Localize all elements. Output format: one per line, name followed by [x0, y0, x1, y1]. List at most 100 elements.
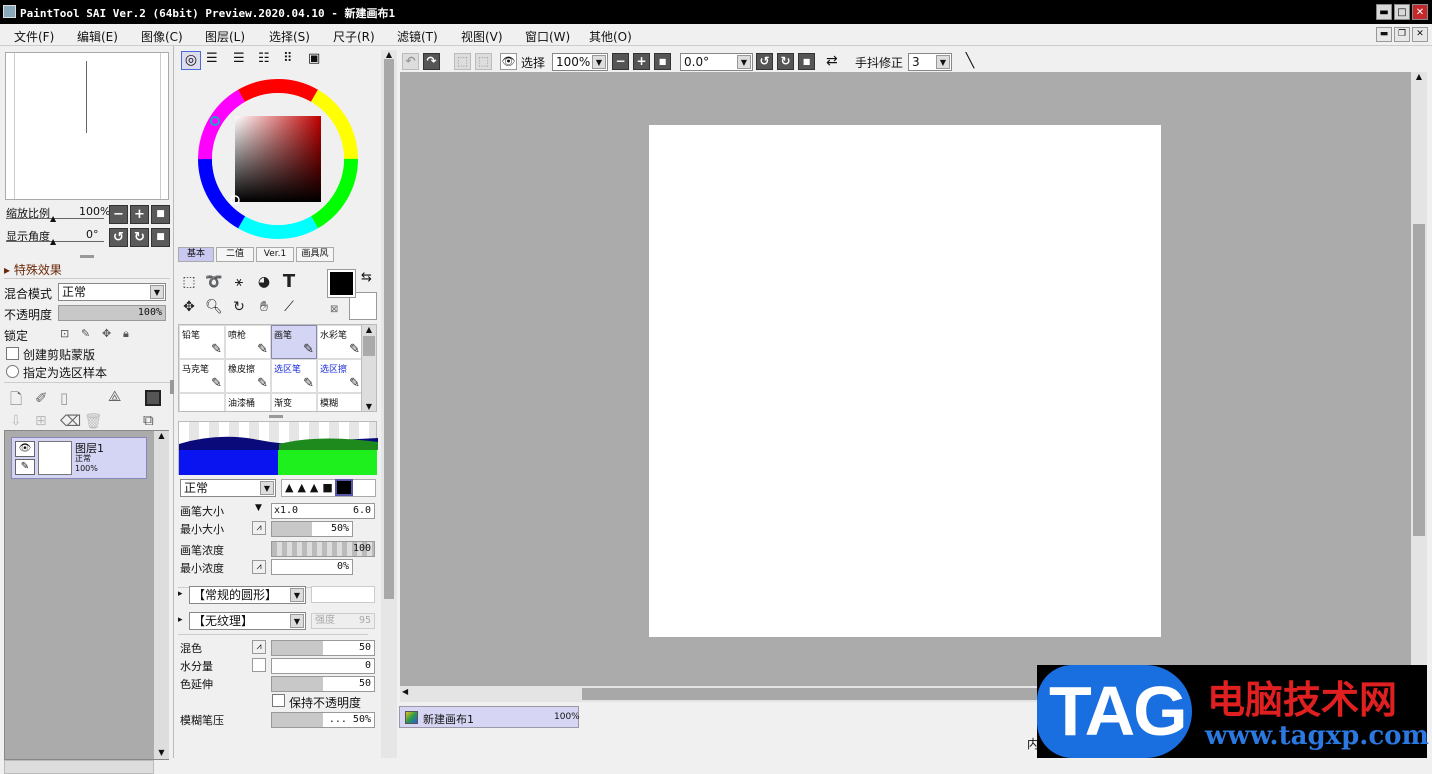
menu-filter[interactable]: 滤镜(T) [397, 28, 438, 45]
panel-resize-grip[interactable] [170, 380, 174, 394]
scroll-up-icon[interactable]: ▲ [154, 431, 169, 440]
stretch-bar[interactable]: 50 [271, 676, 375, 692]
brush-slot[interactable]: 渐变 [271, 393, 317, 411]
layer-list-hscrollbar[interactable] [4, 760, 154, 774]
selection-visible-eye-icon[interactable]: 👁︎ [500, 53, 517, 70]
special-effects-section[interactable]: ▸ 特殊效果 [4, 261, 62, 278]
rotate-left-button[interactable]: ↺ [109, 228, 128, 247]
canvas-rotate-left-button[interactable]: ↺ [756, 53, 773, 70]
angle-slider-thumb[interactable]: ▲ [50, 237, 56, 246]
brush-shape-strength[interactable] [311, 586, 375, 603]
canvas-zoom-reset-button[interactable]: ■ [654, 53, 671, 70]
swap-colors-icon[interactable]: ⇆ [361, 270, 372, 285]
menu-view[interactable]: 视图(V) [461, 28, 503, 45]
swatches-tab-icon[interactable]: ⠿ [283, 51, 293, 66]
brush-size-field[interactable]: x1.0 6.0 [271, 503, 375, 519]
deselect-icon[interactable]: ⬚ [454, 53, 471, 70]
expand-arrow-icon[interactable]: ▸ [178, 615, 183, 625]
panel-grip[interactable] [269, 415, 283, 418]
color-tab-ver1[interactable]: Ver.1 [256, 247, 294, 262]
flip-horizontal-icon[interactable]: ⇄ [826, 53, 838, 69]
brush-slot[interactable]: 画笔 ✎ [271, 325, 317, 359]
canvas-zoom-out-button[interactable]: − [612, 53, 629, 70]
lock-transparency-icon[interactable]: ⊡ [60, 327, 69, 340]
hsv-slider-tab-icon[interactable]: ☰ [233, 51, 245, 66]
scroll-down-icon[interactable]: ▼ [362, 402, 376, 411]
minimize-button[interactable]: ▬ [1376, 4, 1392, 20]
expand-arrow-icon[interactable]: ▸ [178, 589, 183, 599]
menu-file[interactable]: 文件(F) [14, 28, 54, 45]
eyedropper-icon[interactable]: ⟋ [278, 296, 300, 318]
delete-layer-icon[interactable]: 🗑︎ [84, 412, 103, 430]
density-bar[interactable]: 100 [271, 541, 375, 557]
merge-layer-icon[interactable]: ⊞ [35, 413, 47, 429]
layer-mask-icon[interactable] [145, 390, 161, 406]
foreground-color-swatch[interactable] [327, 269, 356, 298]
brush-mode-select[interactable]: 正常 ▼ [180, 479, 276, 497]
layer-transfer-icon[interactable]: ⟁ [108, 387, 121, 405]
scroll-thumb[interactable] [384, 59, 394, 599]
brush-slot[interactable]: 选区擦 ✎ [317, 359, 361, 393]
undo-icon[interactable]: ↶ [402, 53, 419, 70]
redo-icon[interactable]: ↷ [423, 53, 440, 70]
size-dropdown-icon[interactable]: ▼ [255, 503, 262, 513]
new-vector-layer-icon[interactable]: ✐ [35, 389, 48, 407]
lock-move-icon[interactable]: ✥ [102, 327, 111, 340]
menu-layer[interactable]: 图层(L) [205, 28, 245, 45]
blend-mode-select[interactable]: 正常 ▼ [58, 283, 166, 301]
transparent-color-icon[interactable]: ⊠ [330, 304, 338, 315]
scroll-thumb[interactable] [363, 336, 375, 356]
lasso-icon[interactable]: ➰ [203, 271, 225, 293]
pressure-icon[interactable]: ⩘ [252, 521, 266, 535]
min-density-bar[interactable]: 0% [271, 559, 353, 575]
color-wheel[interactable] [195, 76, 361, 242]
min-size-bar[interactable]: 50% [271, 521, 353, 537]
layer-list-scrollbar[interactable]: ▲ ▼ [154, 431, 169, 759]
color-tab-basic[interactable]: 基本 [178, 247, 214, 262]
new-layer-icon[interactable]: 🗋︎ [10, 389, 22, 414]
scratchpad-tab-icon[interactable]: ▣ [308, 51, 320, 66]
brush-slot[interactable]: 喷枪 ✎ [225, 325, 271, 359]
brush-slot[interactable]: 油漆桶 [225, 393, 271, 411]
rgb-slider-tab-icon[interactable]: ☰ [206, 51, 218, 66]
move-icon[interactable]: ✥ [178, 296, 200, 318]
copy-layer-icon[interactable]: ⧉ [143, 411, 154, 429]
brush-shape-select[interactable]: 【常规的圆形】 ▼ [189, 586, 306, 604]
tool-panel-scrollbar[interactable]: ▲ [381, 50, 397, 758]
zoom-select[interactable]: 100% ▼ [552, 53, 608, 71]
rotate-reset-button[interactable]: ■ [151, 228, 170, 247]
texture-strength-bar[interactable]: 强度 95 [311, 613, 375, 629]
canvas-paper[interactable] [649, 125, 1161, 637]
rotate-right-button[interactable]: ↻ [130, 228, 149, 247]
scroll-down-icon[interactable]: ▼ [154, 748, 169, 757]
scroll-up-icon[interactable]: ▲ [381, 50, 397, 59]
menu-select[interactable]: 选择(S) [269, 28, 310, 45]
brush-edge-shapes[interactable]: ▲▲▲■■ [281, 479, 376, 497]
blur-pressure-bar[interactable]: ... 50% [271, 712, 375, 728]
scroll-up-icon[interactable]: ▲ [1411, 72, 1427, 81]
clear-layer-icon[interactable]: ⌫ [60, 412, 81, 430]
close-button[interactable]: ✕ [1412, 4, 1428, 20]
brush-slot[interactable] [179, 393, 225, 411]
brush-slot[interactable]: 模糊 [317, 393, 361, 411]
brush-slot[interactable]: 铅笔 ✎ [179, 325, 225, 359]
eye-icon[interactable]: 👁︎ [15, 441, 35, 457]
document-tab[interactable]: 新建画布1 100% [399, 706, 580, 728]
doc-close-button[interactable]: ✕ [1412, 27, 1428, 42]
rotate-icon[interactable]: ↻ [228, 296, 250, 318]
pressure-icon[interactable]: ⩘ [252, 560, 266, 574]
brush-slot[interactable]: 马克笔 ✎ [179, 359, 225, 393]
clip-mask-checkbox[interactable] [6, 347, 19, 360]
canvas-zoom-in-button[interactable]: + [633, 53, 650, 70]
canvas-rotate-reset-button[interactable]: ■ [798, 53, 815, 70]
menu-image[interactable]: 图像(C) [141, 28, 183, 45]
lock-paint-icon[interactable]: ✎ [81, 327, 90, 340]
merge-down-icon[interactable]: ⇩ [10, 413, 22, 429]
zoom-in-button[interactable]: + [130, 205, 149, 224]
doc-minimize-button[interactable]: ▬ [1376, 27, 1392, 42]
color-mixer-tab-icon[interactable]: ☷ [258, 51, 270, 66]
scroll-left-icon[interactable]: ◀ [402, 687, 408, 696]
menu-other[interactable]: 其他(O) [589, 28, 632, 45]
canvas-vscrollbar[interactable]: ▲ [1411, 72, 1427, 686]
maximize-button[interactable]: □ [1394, 4, 1410, 20]
